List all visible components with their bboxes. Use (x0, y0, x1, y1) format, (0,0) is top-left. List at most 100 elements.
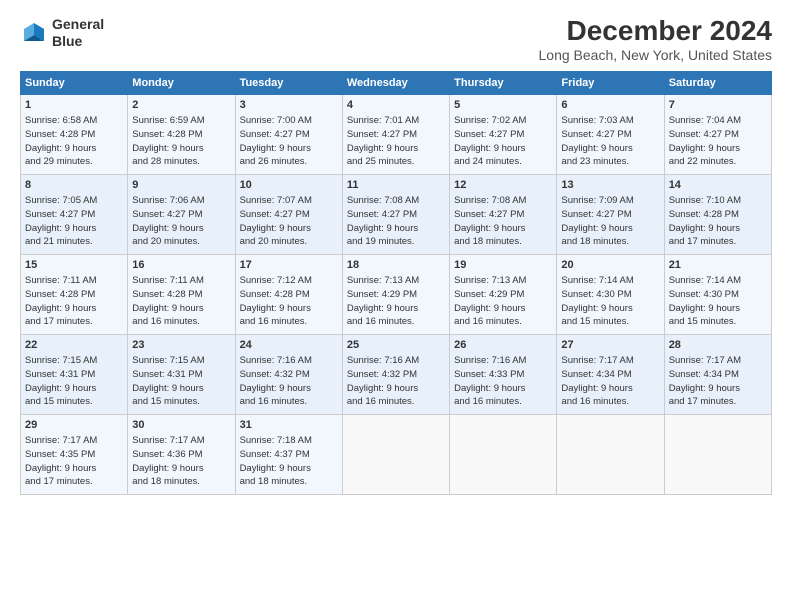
calendar-cell: 29Sunrise: 7:17 AM Sunset: 4:35 PM Dayli… (21, 414, 128, 494)
day-number: 11 (347, 178, 445, 193)
calendar-cell: 17Sunrise: 7:12 AM Sunset: 4:28 PM Dayli… (235, 254, 342, 334)
header-cell-tuesday: Tuesday (235, 71, 342, 94)
calendar-cell: 30Sunrise: 7:17 AM Sunset: 4:36 PM Dayli… (128, 414, 235, 494)
cell-info: Sunrise: 7:14 AM Sunset: 4:30 PM Dayligh… (561, 274, 659, 329)
cell-info: Sunrise: 6:58 AM Sunset: 4:28 PM Dayligh… (25, 114, 123, 169)
header-cell-sunday: Sunday (21, 71, 128, 94)
cell-info: Sunrise: 7:17 AM Sunset: 4:36 PM Dayligh… (132, 434, 230, 489)
day-number: 27 (561, 338, 659, 353)
calendar-cell: 9Sunrise: 7:06 AM Sunset: 4:27 PM Daylig… (128, 174, 235, 254)
day-number: 13 (561, 178, 659, 193)
header-cell-saturday: Saturday (664, 71, 771, 94)
day-number: 20 (561, 258, 659, 273)
day-number: 2 (132, 98, 230, 113)
subtitle: Long Beach, New York, United States (539, 47, 772, 63)
cell-info: Sunrise: 7:02 AM Sunset: 4:27 PM Dayligh… (454, 114, 552, 169)
day-number: 21 (669, 258, 767, 273)
cell-info: Sunrise: 7:03 AM Sunset: 4:27 PM Dayligh… (561, 114, 659, 169)
calendar-cell: 14Sunrise: 7:10 AM Sunset: 4:28 PM Dayli… (664, 174, 771, 254)
day-number: 1 (25, 98, 123, 113)
calendar-cell: 20Sunrise: 7:14 AM Sunset: 4:30 PM Dayli… (557, 254, 664, 334)
week-row-4: 22Sunrise: 7:15 AM Sunset: 4:31 PM Dayli… (21, 334, 772, 414)
day-number: 9 (132, 178, 230, 193)
calendar-cell: 10Sunrise: 7:07 AM Sunset: 4:27 PM Dayli… (235, 174, 342, 254)
calendar-cell: 31Sunrise: 7:18 AM Sunset: 4:37 PM Dayli… (235, 414, 342, 494)
calendar-cell: 24Sunrise: 7:16 AM Sunset: 4:32 PM Dayli… (235, 334, 342, 414)
day-number: 4 (347, 98, 445, 113)
cell-info: Sunrise: 7:12 AM Sunset: 4:28 PM Dayligh… (240, 274, 338, 329)
cell-info: Sunrise: 7:07 AM Sunset: 4:27 PM Dayligh… (240, 194, 338, 249)
calendar-cell: 12Sunrise: 7:08 AM Sunset: 4:27 PM Dayli… (450, 174, 557, 254)
calendar-cell: 11Sunrise: 7:08 AM Sunset: 4:27 PM Dayli… (342, 174, 449, 254)
day-number: 19 (454, 258, 552, 273)
day-number: 10 (240, 178, 338, 193)
cell-info: Sunrise: 7:17 AM Sunset: 4:34 PM Dayligh… (669, 354, 767, 409)
cell-info: Sunrise: 7:09 AM Sunset: 4:27 PM Dayligh… (561, 194, 659, 249)
day-number: 14 (669, 178, 767, 193)
day-number: 29 (25, 418, 123, 433)
day-number: 17 (240, 258, 338, 273)
cell-info: Sunrise: 7:14 AM Sunset: 4:30 PM Dayligh… (669, 274, 767, 329)
cell-info: Sunrise: 7:16 AM Sunset: 4:32 PM Dayligh… (240, 354, 338, 409)
day-number: 18 (347, 258, 445, 273)
header-cell-thursday: Thursday (450, 71, 557, 94)
calendar-cell: 23Sunrise: 7:15 AM Sunset: 4:31 PM Dayli… (128, 334, 235, 414)
title-block: December 2024 Long Beach, New York, Unit… (539, 16, 772, 63)
calendar-cell: 7Sunrise: 7:04 AM Sunset: 4:27 PM Daylig… (664, 94, 771, 174)
cell-info: Sunrise: 7:18 AM Sunset: 4:37 PM Dayligh… (240, 434, 338, 489)
calendar-cell: 1Sunrise: 6:58 AM Sunset: 4:28 PM Daylig… (21, 94, 128, 174)
calendar-cell: 25Sunrise: 7:16 AM Sunset: 4:32 PM Dayli… (342, 334, 449, 414)
calendar-cell: 15Sunrise: 7:11 AM Sunset: 4:28 PM Dayli… (21, 254, 128, 334)
cell-info: Sunrise: 7:17 AM Sunset: 4:34 PM Dayligh… (561, 354, 659, 409)
day-number: 8 (25, 178, 123, 193)
cell-info: Sunrise: 7:15 AM Sunset: 4:31 PM Dayligh… (132, 354, 230, 409)
day-number: 30 (132, 418, 230, 433)
logo-icon (20, 19, 48, 47)
cell-info: Sunrise: 7:15 AM Sunset: 4:31 PM Dayligh… (25, 354, 123, 409)
cell-info: Sunrise: 7:06 AM Sunset: 4:27 PM Dayligh… (132, 194, 230, 249)
week-row-3: 15Sunrise: 7:11 AM Sunset: 4:28 PM Dayli… (21, 254, 772, 334)
calendar-cell: 21Sunrise: 7:14 AM Sunset: 4:30 PM Dayli… (664, 254, 771, 334)
day-number: 24 (240, 338, 338, 353)
day-number: 5 (454, 98, 552, 113)
day-number: 7 (669, 98, 767, 113)
cell-info: Sunrise: 7:16 AM Sunset: 4:33 PM Dayligh… (454, 354, 552, 409)
cell-info: Sunrise: 7:17 AM Sunset: 4:35 PM Dayligh… (25, 434, 123, 489)
cell-info: Sunrise: 7:11 AM Sunset: 4:28 PM Dayligh… (25, 274, 123, 329)
calendar-cell: 3Sunrise: 7:00 AM Sunset: 4:27 PM Daylig… (235, 94, 342, 174)
calendar-cell (450, 414, 557, 494)
calendar-header: SundayMondayTuesdayWednesdayThursdayFrid… (21, 71, 772, 94)
cell-info: Sunrise: 7:08 AM Sunset: 4:27 PM Dayligh… (454, 194, 552, 249)
header-cell-friday: Friday (557, 71, 664, 94)
page: General Blue December 2024 Long Beach, N… (0, 0, 792, 612)
day-number: 25 (347, 338, 445, 353)
week-row-2: 8Sunrise: 7:05 AM Sunset: 4:27 PM Daylig… (21, 174, 772, 254)
cell-info: Sunrise: 7:05 AM Sunset: 4:27 PM Dayligh… (25, 194, 123, 249)
day-number: 28 (669, 338, 767, 353)
day-number: 26 (454, 338, 552, 353)
logo-line1: General (52, 16, 104, 33)
cell-info: Sunrise: 7:04 AM Sunset: 4:27 PM Dayligh… (669, 114, 767, 169)
calendar-cell: 28Sunrise: 7:17 AM Sunset: 4:34 PM Dayli… (664, 334, 771, 414)
day-number: 23 (132, 338, 230, 353)
calendar-table: SundayMondayTuesdayWednesdayThursdayFrid… (20, 71, 772, 495)
calendar-cell: 13Sunrise: 7:09 AM Sunset: 4:27 PM Dayli… (557, 174, 664, 254)
day-number: 22 (25, 338, 123, 353)
day-number: 6 (561, 98, 659, 113)
day-number: 31 (240, 418, 338, 433)
calendar-cell: 4Sunrise: 7:01 AM Sunset: 4:27 PM Daylig… (342, 94, 449, 174)
calendar-cell (557, 414, 664, 494)
cell-info: Sunrise: 7:08 AM Sunset: 4:27 PM Dayligh… (347, 194, 445, 249)
cell-info: Sunrise: 7:10 AM Sunset: 4:28 PM Dayligh… (669, 194, 767, 249)
cell-info: Sunrise: 7:13 AM Sunset: 4:29 PM Dayligh… (454, 274, 552, 329)
cell-info: Sunrise: 7:00 AM Sunset: 4:27 PM Dayligh… (240, 114, 338, 169)
calendar-cell: 6Sunrise: 7:03 AM Sunset: 4:27 PM Daylig… (557, 94, 664, 174)
week-row-1: 1Sunrise: 6:58 AM Sunset: 4:28 PM Daylig… (21, 94, 772, 174)
cell-info: Sunrise: 7:16 AM Sunset: 4:32 PM Dayligh… (347, 354, 445, 409)
calendar-cell (342, 414, 449, 494)
calendar-cell: 16Sunrise: 7:11 AM Sunset: 4:28 PM Dayli… (128, 254, 235, 334)
calendar-cell: 26Sunrise: 7:16 AM Sunset: 4:33 PM Dayli… (450, 334, 557, 414)
calendar-cell (664, 414, 771, 494)
cell-info: Sunrise: 7:13 AM Sunset: 4:29 PM Dayligh… (347, 274, 445, 329)
calendar-cell: 8Sunrise: 7:05 AM Sunset: 4:27 PM Daylig… (21, 174, 128, 254)
